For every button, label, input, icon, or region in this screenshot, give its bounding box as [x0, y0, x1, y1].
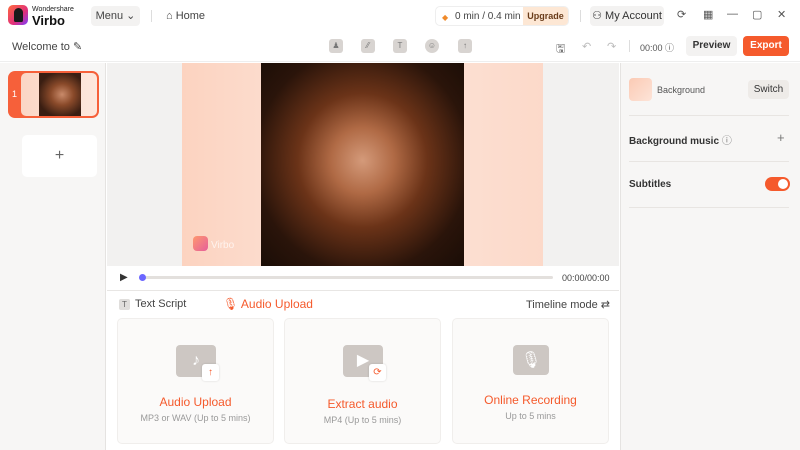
- switch-background-button[interactable]: Switch: [748, 80, 789, 99]
- divider: [629, 40, 630, 52]
- help-icon[interactable]: ⓘ: [722, 136, 732, 147]
- brand-name: Virbo: [32, 13, 65, 28]
- upload-icon[interactable]: ↑: [458, 39, 472, 53]
- save-icon[interactable]: 🖫: [556, 40, 565, 59]
- slide-thumbnail[interactable]: [21, 73, 97, 116]
- redo-icon[interactable]: ↷: [607, 40, 616, 53]
- diamond-icon: ◆: [442, 13, 449, 22]
- divider: [629, 161, 789, 162]
- apps-grid-icon[interactable]: ▦: [703, 8, 713, 21]
- background-label: Background: [657, 85, 706, 95]
- tab-label: Text Script: [135, 298, 187, 310]
- card-subtitle: Up to 5 mins: [505, 411, 556, 421]
- watermark-text: Virbo: [211, 240, 235, 251]
- card-subtitle: MP4 (Up to 5 mins): [323, 415, 402, 425]
- slides-panel: [0, 63, 106, 450]
- music-label-text: Background music: [629, 136, 720, 147]
- upgrade-button[interactable]: Upgrade: [523, 7, 568, 25]
- add-music-icon[interactable]: +: [777, 130, 785, 145]
- properties-panel: [620, 63, 800, 450]
- convert-icon: ⟳: [369, 364, 386, 381]
- home-label: Home: [175, 10, 206, 22]
- extract-audio-card[interactable]: ▶ ⟳ Extract audio MP4 (Up to 5 mins): [284, 318, 441, 444]
- duration: 00:00 ⓘ: [640, 41, 674, 54]
- play-icon[interactable]: ▶: [120, 272, 128, 283]
- card-title: Online Recording: [484, 393, 577, 407]
- help-icon[interactable]: ⓘ: [665, 43, 674, 53]
- home-icon: ⌂: [166, 10, 176, 22]
- avatar-image[interactable]: [261, 63, 464, 266]
- tab-text-script[interactable]: T Text Script: [119, 298, 186, 310]
- virbo-logo: [8, 5, 28, 25]
- brand-company: Wondershare: [32, 6, 74, 13]
- background-music-label: Background music ⓘ: [629, 132, 732, 147]
- playback-time: 00:00/00:00: [562, 273, 610, 283]
- subtitles-label: Subtitles: [629, 179, 672, 190]
- export-button[interactable]: Export: [743, 36, 789, 56]
- undo-icon[interactable]: ↶: [582, 40, 591, 53]
- user-icon: ⚇: [592, 10, 606, 22]
- menu-button[interactable]: Menu ⌄: [91, 6, 140, 26]
- upload-arrow-icon: ↑: [202, 364, 219, 381]
- home-button[interactable]: ⌂ Home: [166, 10, 205, 22]
- usage-text: 0 min / 0.4 min: [455, 11, 521, 22]
- avatar-icon[interactable]: ♟: [329, 39, 343, 53]
- preview-button[interactable]: Preview: [686, 36, 737, 56]
- text-icon: T: [119, 299, 130, 310]
- online-recording-card[interactable]: 🎙 Online Recording Up to 5 mins: [452, 318, 609, 444]
- tab-audio-upload[interactable]: 🎙 Audio Upload: [223, 297, 313, 311]
- divider: [580, 10, 581, 22]
- microphone-icon: 🎙: [223, 297, 239, 311]
- divider: [629, 115, 789, 116]
- project-title[interactable]: Welcome to ✎: [12, 40, 82, 53]
- card-title: Extract audio: [327, 397, 398, 411]
- subtitles-toggle[interactable]: [765, 177, 790, 191]
- maximize-icon[interactable]: ▢: [752, 8, 762, 21]
- my-account-button[interactable]: ⚇ My Account: [590, 6, 664, 26]
- background-icon[interactable]: ⁄⁄: [361, 39, 375, 53]
- background-thumbnail[interactable]: [629, 78, 652, 101]
- sticker-icon[interactable]: ☺: [425, 39, 439, 53]
- microphone-icon: 🎙: [513, 345, 549, 375]
- support-icon[interactable]: ⟳: [677, 8, 686, 21]
- card-title: Audio Upload: [159, 395, 232, 409]
- edit-icon[interactable]: ✎: [73, 41, 82, 53]
- project-title-text: Welcome to: [12, 41, 70, 53]
- minimize-icon[interactable]: —: [727, 8, 738, 20]
- avatar-thumbnail: [39, 73, 81, 116]
- card-subtitle: MP3 or WAV (Up to 5 mins): [140, 413, 251, 423]
- divider: [629, 207, 789, 208]
- audio-upload-card[interactable]: ♪ ↑ Audio Upload MP3 or WAV (Up to 5 min…: [117, 318, 274, 444]
- text-icon[interactable]: T: [393, 39, 407, 53]
- duration-text: 00:00: [640, 43, 663, 53]
- account-label: My Account: [605, 10, 662, 22]
- timeline-mode-toggle[interactable]: Timeline mode ⇄: [526, 298, 610, 311]
- usage-indicator: ◆ 0 min / 0.4 min Upgrade: [435, 6, 569, 26]
- tab-label: Audio Upload: [240, 297, 313, 311]
- watermark-logo: [193, 236, 208, 251]
- add-slide-button[interactable]: +: [22, 135, 97, 177]
- close-icon[interactable]: ✕: [777, 8, 786, 21]
- progress-handle[interactable]: [139, 274, 146, 281]
- slide-number: 1: [12, 89, 18, 99]
- progress-track[interactable]: [142, 276, 553, 279]
- divider: [151, 10, 152, 22]
